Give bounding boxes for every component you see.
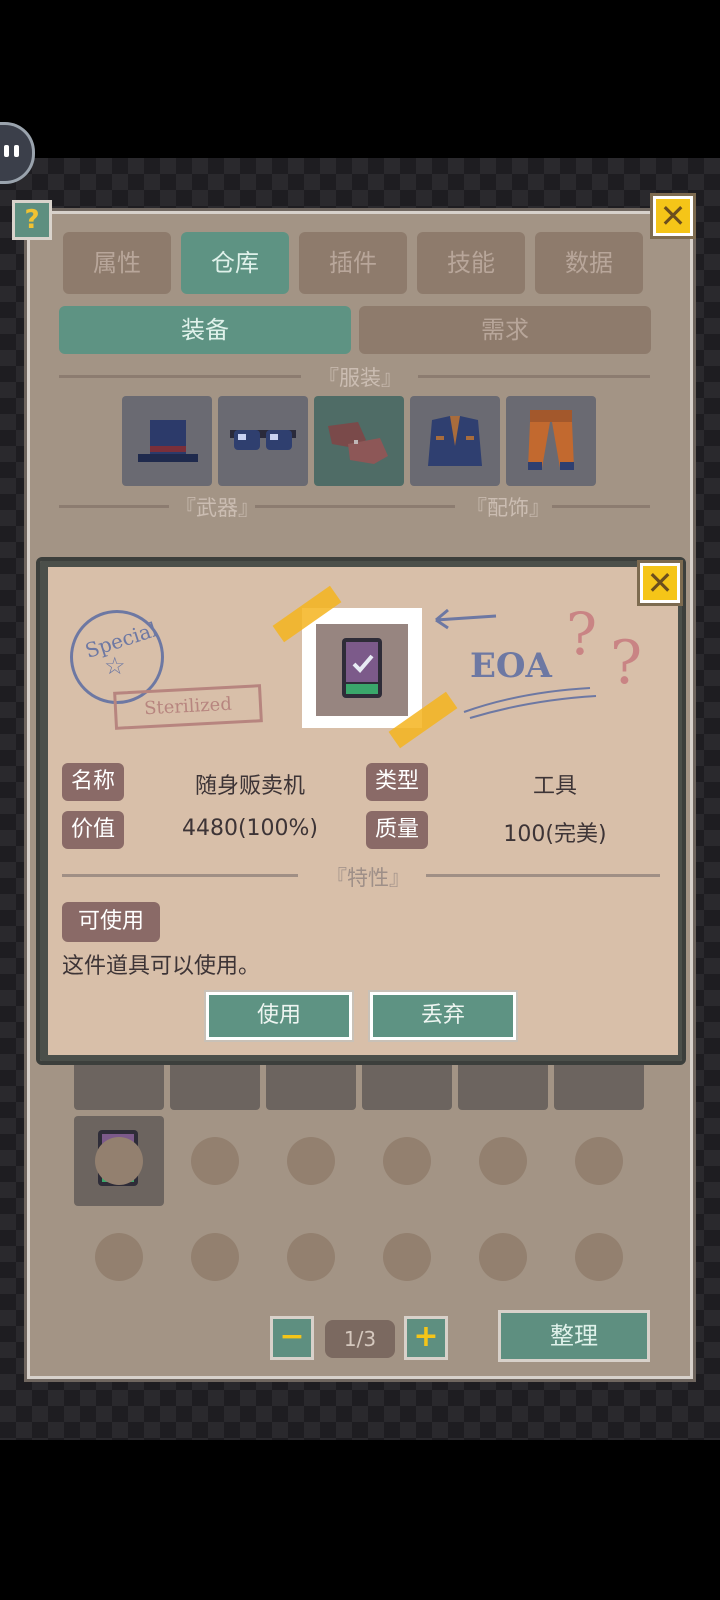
pants-icon [528, 410, 574, 470]
empty-slot[interactable] [575, 1137, 623, 1185]
item-photo [316, 624, 408, 716]
empty-slot[interactable] [383, 1137, 431, 1185]
sterilized-stamp: Sterilized [113, 684, 263, 730]
subtab-equipment[interactable]: 装备 [59, 306, 351, 354]
star-icon: ☆ [104, 652, 126, 680]
empty-slot[interactable] [287, 1233, 335, 1281]
trait-description: 这件道具可以使用。 [62, 954, 261, 979]
vending-device-icon [342, 638, 382, 698]
question-mark-doodle-icon: ? [610, 628, 643, 698]
next-page-button[interactable]: + [404, 1316, 448, 1360]
equip-slot-pants[interactable] [506, 396, 596, 486]
empty-slot[interactable] [383, 1233, 431, 1281]
scribble-lines-icon [463, 687, 597, 719]
sort-button[interactable]: 整理 [498, 1310, 650, 1362]
equip-slot-goggles[interactable] [218, 396, 308, 486]
empty-slot[interactable] [191, 1137, 239, 1185]
type-label: 类型 [366, 763, 428, 801]
quality-label: 质量 [366, 811, 428, 849]
empty-slot[interactable] [95, 1137, 143, 1185]
goggles-icon [230, 430, 296, 450]
equip-slot-jacket[interactable] [410, 396, 500, 486]
name-value: 随身贩卖机 [194, 774, 305, 799]
empty-slot[interactable] [95, 1233, 143, 1281]
arrow-doodle-icon [435, 608, 497, 630]
divider [418, 375, 650, 378]
empty-slot[interactable] [191, 1233, 239, 1281]
divider [255, 505, 455, 508]
divider [552, 505, 650, 508]
top-hat-icon [138, 420, 198, 462]
tab-attributes[interactable]: 属性 [63, 232, 171, 294]
close-popup-button[interactable]: ✕ [637, 560, 683, 606]
empty-slot[interactable] [479, 1233, 527, 1281]
tab-plugins[interactable]: 插件 [299, 232, 407, 294]
traits-header: 『特性』 [326, 866, 410, 890]
equip-slot-hat[interactable] [122, 396, 212, 486]
eoa-doodle: EOA [470, 646, 552, 686]
discard-button[interactable]: 丢弃 [368, 990, 518, 1042]
section-accessories-label: 『配饰』 [466, 496, 550, 520]
value-value: 4480(100%) [181, 816, 319, 841]
empty-slot[interactable] [287, 1137, 335, 1185]
quality-value: 100(完美) [503, 822, 607, 847]
question-mark-doodle-icon: ? [566, 600, 598, 668]
value-label: 价值 [62, 811, 124, 849]
tab-skills[interactable]: 技能 [417, 232, 525, 294]
name-label: 名称 [62, 763, 124, 801]
prev-page-button[interactable]: − [270, 1316, 314, 1360]
empty-slot[interactable] [479, 1137, 527, 1185]
help-button[interactable]: ? [12, 200, 52, 240]
section-clothing-label: 『服装』 [318, 366, 402, 390]
section-weapons-label: 『武器』 [175, 496, 259, 520]
type-value: 工具 [532, 774, 577, 799]
subtab-requirements[interactable]: 需求 [359, 306, 651, 354]
divider [59, 375, 301, 378]
page-indicator: 1/3 [325, 1320, 395, 1358]
empty-slot[interactable] [575, 1233, 623, 1281]
shoes-icon [328, 422, 388, 464]
trait-usable-chip: 可使用 [62, 902, 160, 942]
divider [59, 505, 169, 508]
use-button[interactable]: 使用 [204, 990, 354, 1042]
jacket-icon [428, 416, 482, 466]
divider [62, 874, 298, 877]
equip-slot-shoes[interactable] [314, 396, 404, 486]
close-panel-button[interactable]: ✕ [650, 193, 696, 239]
tab-warehouse[interactable]: 仓库 [181, 232, 289, 294]
divider [426, 874, 660, 877]
tab-data[interactable]: 数据 [535, 232, 643, 294]
